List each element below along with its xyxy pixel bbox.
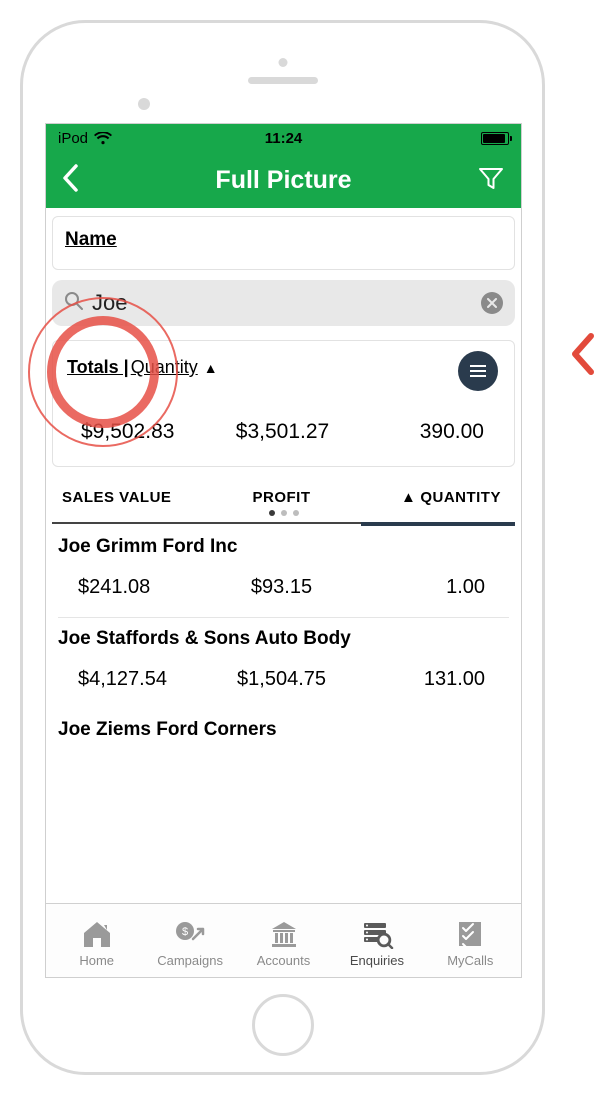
page-dots bbox=[52, 510, 515, 516]
name-label: Name bbox=[65, 229, 117, 250]
tab-label: Enquiries bbox=[350, 953, 404, 968]
tab-home[interactable]: Home bbox=[50, 917, 143, 968]
row-profit: $93.15 bbox=[214, 576, 350, 599]
accounts-icon bbox=[267, 917, 301, 951]
app-header: Full Picture bbox=[46, 152, 521, 208]
list-item[interactable]: Joe Staffords & Sons Auto Body $4,127.54… bbox=[52, 618, 515, 709]
col-profit[interactable]: PROFIT bbox=[208, 489, 354, 506]
tab-label: MyCalls bbox=[447, 953, 493, 968]
tab-campaigns[interactable]: $ Campaigns bbox=[143, 917, 236, 968]
dot bbox=[293, 510, 299, 516]
dot bbox=[281, 510, 287, 516]
dot-active bbox=[269, 510, 275, 516]
row-quantity: 131.00 bbox=[349, 668, 499, 691]
search-icon bbox=[64, 291, 84, 316]
status-time: 11:24 bbox=[265, 130, 303, 147]
col-sales-value[interactable]: SALES VALUE bbox=[58, 489, 208, 506]
clear-search-button[interactable] bbox=[481, 292, 503, 314]
totals-quantity: 390.00 bbox=[350, 420, 494, 444]
row-sales-value: $4,127.54 bbox=[78, 668, 214, 691]
totals-header[interactable]: Totals | Quantity ▲ bbox=[67, 357, 500, 378]
menu-button[interactable] bbox=[458, 351, 498, 391]
tab-accounts[interactable]: Accounts bbox=[237, 917, 330, 968]
tab-enquiries[interactable]: Enquiries bbox=[330, 917, 423, 968]
tab-bar: Home $ Campaigns Accounts Enquiries bbox=[46, 903, 521, 977]
row-profit: $1,504.75 bbox=[214, 668, 350, 691]
name-card[interactable]: Name bbox=[52, 216, 515, 270]
filter-button[interactable] bbox=[477, 164, 505, 197]
tab-label: Home bbox=[79, 953, 114, 968]
sort-ascending-icon: ▲ bbox=[401, 489, 416, 506]
list-item[interactable]: Joe Grimm Ford Inc $241.08 $93.15 1.00 bbox=[52, 526, 515, 618]
col-quantity[interactable]: ▲QUANTITY bbox=[355, 489, 509, 506]
row-name: Joe Ziems Ford Corners bbox=[58, 717, 509, 741]
home-button[interactable] bbox=[252, 994, 314, 1056]
page-title: Full Picture bbox=[215, 166, 351, 195]
status-bar: iPod 11:24 bbox=[46, 124, 521, 152]
edge-chevron-icon bbox=[567, 330, 595, 383]
totals-label: Totals | bbox=[67, 357, 129, 378]
battery-icon bbox=[481, 132, 509, 145]
back-button[interactable] bbox=[60, 163, 82, 198]
totals-card: Totals | Quantity ▲ $9,502.83 $3,501.27 … bbox=[52, 340, 515, 467]
totals-profit: $3,501.27 bbox=[215, 420, 349, 444]
search-input[interactable] bbox=[86, 288, 481, 318]
mycalls-icon bbox=[453, 917, 487, 951]
totals-sales-value: $9,502.83 bbox=[73, 420, 215, 444]
totals-quantity-label: Quantity bbox=[131, 357, 198, 378]
enquiries-icon bbox=[360, 917, 394, 951]
content-area: Name Totals | Quantity ▲ $ bbox=[46, 208, 521, 903]
screen: iPod 11:24 Full Picture Name bbox=[45, 123, 522, 978]
totals-values: $9,502.83 $3,501.27 390.00 bbox=[67, 420, 500, 444]
row-quantity: 1.00 bbox=[349, 576, 499, 599]
wifi-icon bbox=[94, 132, 112, 145]
row-name: Joe Staffords & Sons Auto Body bbox=[58, 626, 509, 668]
row-sales-value: $241.08 bbox=[78, 576, 214, 599]
campaigns-icon: $ bbox=[173, 917, 207, 951]
device-label: iPod bbox=[58, 130, 88, 147]
list-item[interactable]: Joe Ziems Ford Corners bbox=[52, 709, 515, 741]
sort-ascending-icon: ▲ bbox=[204, 360, 218, 376]
row-name: Joe Grimm Ford Inc bbox=[58, 534, 509, 576]
tab-label: Accounts bbox=[257, 953, 310, 968]
svg-text:$: $ bbox=[182, 926, 188, 938]
tab-label: Campaigns bbox=[157, 953, 223, 968]
speaker-slot bbox=[248, 77, 318, 84]
tab-mycalls[interactable]: MyCalls bbox=[424, 917, 517, 968]
sensor-dot bbox=[138, 98, 150, 110]
home-icon bbox=[80, 917, 114, 951]
camera-dot bbox=[278, 58, 287, 67]
search-bar[interactable] bbox=[52, 280, 515, 326]
phone-frame: iPod 11:24 Full Picture Name bbox=[20, 20, 545, 1075]
